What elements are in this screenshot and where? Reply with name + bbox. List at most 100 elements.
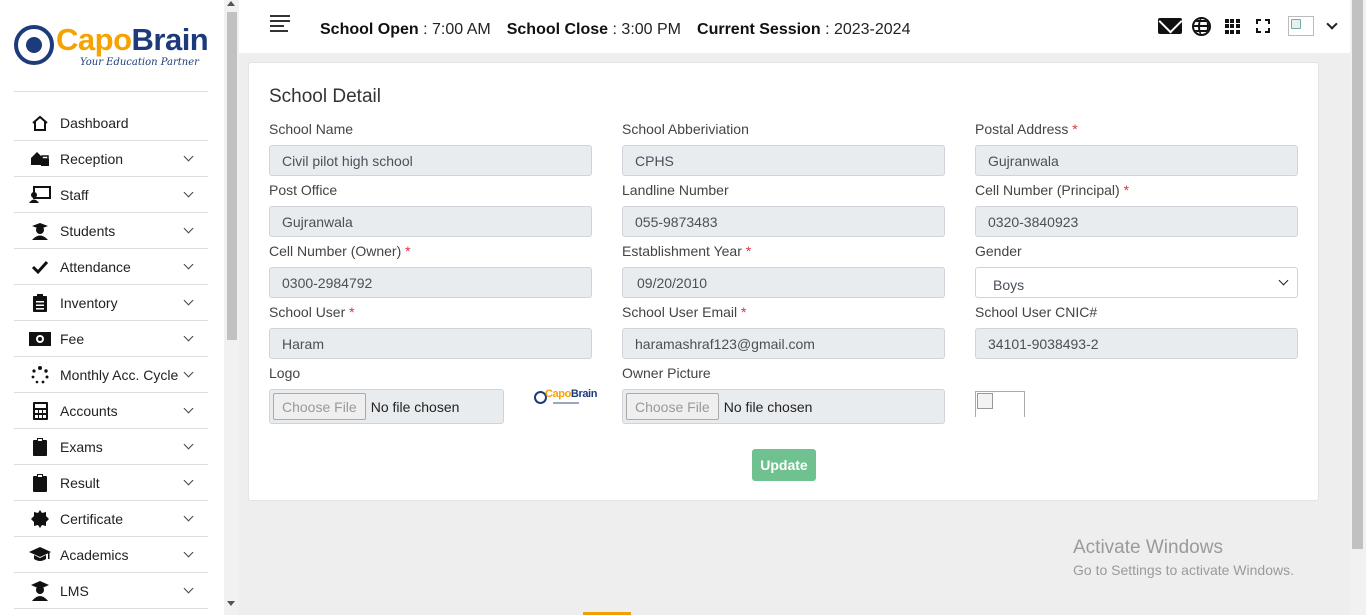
- sidebar-item-label: Monthly Acc. Cycle: [60, 366, 179, 383]
- windows-activation-watermark: Activate Windows Go to Settings to activ…: [1073, 537, 1294, 578]
- fullscreen-icon[interactable]: [1250, 15, 1276, 37]
- page-title: School Detail: [269, 86, 381, 107]
- sidebar-item-inventory[interactable]: Inventory: [14, 285, 208, 321]
- logo-choose-file-button[interactable]: Choose File: [273, 393, 366, 420]
- cell-principal-input[interactable]: 0320-3840923: [975, 206, 1298, 237]
- school-name-group: School Name Civil pilot high school: [269, 121, 592, 176]
- sidebar-item-staff[interactable]: Staff: [14, 177, 208, 213]
- chevron-down-icon: [183, 223, 194, 234]
- sidebar-item-dashboard[interactable]: Dashboard: [14, 106, 208, 141]
- required-marker: *: [1123, 182, 1130, 198]
- school-open-label: School Open: [320, 21, 419, 38]
- school-user-cnic-group: School User CNIC# 34101-9038493-2: [975, 304, 1298, 359]
- abbreviation-label: School Abberiviation: [622, 121, 749, 137]
- sidebar-item-students[interactable]: Students: [14, 213, 208, 249]
- chevron-down-icon: [183, 403, 194, 414]
- cell-owner-label: Cell Number (Owner) *: [269, 243, 411, 259]
- required-marker: *: [741, 304, 747, 320]
- logo-file-status: No file chosen: [370, 398, 460, 415]
- sidebar-scrollbar-thumb[interactable]: [227, 12, 237, 340]
- required-marker: *: [1072, 121, 1078, 137]
- school-user-cnic-label: School User CNIC#: [975, 304, 1098, 320]
- school-user-input[interactable]: Haram: [269, 328, 592, 359]
- brand-name: CapoBrain: [56, 22, 209, 58]
- owner-picture-file-input[interactable]: Choose File No file chosen: [622, 389, 945, 424]
- hamburger-menu-icon[interactable]: [270, 15, 290, 32]
- sidebar-item-result[interactable]: Result: [14, 465, 208, 501]
- sidebar-item-monthly-acc-cycle[interactable]: Monthly Acc. Cycle: [14, 357, 208, 393]
- page-scrollbar-thumb[interactable]: [1352, 0, 1363, 549]
- cell-principal-label: Cell Number (Principal) *: [975, 182, 1130, 198]
- clipboard-icon: [29, 473, 51, 492]
- sidebar-item-lms[interactable]: LMS: [14, 573, 208, 609]
- sidebar-item-academics[interactable]: Academics: [14, 537, 208, 573]
- logo-label: Logo: [269, 365, 301, 381]
- sidebar-item-label: Certificate: [60, 510, 124, 527]
- cell-principal-group: Cell Number (Principal) * 0320-3840923: [975, 182, 1298, 237]
- chevron-down-icon: [183, 439, 194, 450]
- postal-address-label: Postal Address *: [975, 121, 1078, 137]
- post-office-input[interactable]: Gujranwala: [269, 206, 592, 237]
- brand-name-part1: Capo: [56, 22, 132, 57]
- sidebar-item-label: Dashboard: [60, 115, 129, 131]
- sidebar-item-label: Inventory: [60, 294, 118, 311]
- school-open-value: : 7:00 AM: [423, 21, 491, 38]
- sidebar-item-attendance[interactable]: Attendance: [14, 249, 208, 285]
- sidebar-item-accounts[interactable]: Accounts: [14, 393, 208, 429]
- sidebar-item-certificate[interactable]: Certificate: [14, 501, 208, 537]
- gender-select[interactable]: Boys: [975, 267, 1298, 298]
- chevron-down-icon: [183, 187, 194, 198]
- chevron-down-icon: [1278, 275, 1289, 286]
- abbreviation-input[interactable]: CPHS: [622, 145, 945, 176]
- owner-picture-choose-file-button[interactable]: Choose File: [626, 393, 719, 420]
- certificate-icon: [29, 509, 51, 528]
- clipboard-icon: [29, 437, 51, 456]
- school-user-cnic-input[interactable]: 34101-9038493-2: [975, 328, 1298, 359]
- sidebar-item-label: Academics: [60, 546, 129, 563]
- sidebar: CapoBrain Your Education Partner Dashboa…: [0, 0, 224, 615]
- landline-label: Landline Number: [622, 182, 729, 198]
- avatar[interactable]: [1288, 16, 1314, 36]
- sidebar-item-label: Exams: [60, 438, 103, 455]
- school-user-email-input[interactable]: haramashraf123@gmail.com: [622, 328, 945, 359]
- mail-icon[interactable]: [1157, 15, 1183, 37]
- clipboard-list-icon: [29, 293, 51, 312]
- gender-label: Gender: [975, 243, 1022, 259]
- sidebar-item-exams[interactable]: Exams: [14, 429, 208, 465]
- apps-grid-icon[interactable]: [1219, 15, 1245, 37]
- required-marker: *: [745, 243, 752, 259]
- establishment-year-label: Establishment Year *: [622, 243, 752, 259]
- scroll-up-arrow-icon[interactable]: [227, 1, 235, 6]
- chevron-down-icon: [183, 259, 194, 270]
- postal-address-input[interactable]: Gujranwala: [975, 145, 1298, 176]
- sidebar-item-reception[interactable]: Reception: [14, 141, 208, 177]
- logo-mark-icon: [14, 25, 54, 65]
- sidebar-item-label: LMS: [60, 582, 89, 599]
- staff-icon: [29, 186, 51, 204]
- sidebar-item-label: Reception: [60, 150, 124, 167]
- required-marker: *: [349, 304, 355, 320]
- cell-owner-group: Cell Number (Owner) * 0300-2984792: [269, 243, 592, 298]
- scroll-down-arrow-icon[interactable]: [227, 601, 235, 606]
- sidebar-item-fee[interactable]: Fee: [14, 321, 208, 357]
- sidebar-item-label: Staff: [60, 186, 89, 203]
- brand-logo[interactable]: CapoBrain Your Education Partner: [14, 22, 214, 82]
- check-icon: [29, 258, 51, 276]
- reception-icon: [29, 150, 51, 168]
- school-name-input[interactable]: Civil pilot high school: [269, 145, 592, 176]
- graduation-cap-icon: [29, 546, 51, 564]
- sidebar-item-label: Fee: [60, 330, 85, 347]
- landline-input[interactable]: 055-9873483: [622, 206, 945, 237]
- cell-owner-input[interactable]: 0300-2984792: [269, 267, 592, 298]
- logo-file-input[interactable]: Choose File No file chosen: [269, 389, 504, 424]
- post-office-group: Post Office Gujranwala: [269, 182, 592, 237]
- update-button[interactable]: Update: [752, 449, 816, 481]
- globe-icon[interactable]: [1188, 15, 1214, 37]
- school-user-email-label: School User Email *: [622, 304, 747, 320]
- school-logo-preview: CapoBrain: [533, 384, 597, 418]
- chevron-down-icon: [183, 511, 194, 522]
- postal-address-group: Postal Address * Gujranwala: [975, 121, 1298, 176]
- chevron-down-icon[interactable]: [1326, 18, 1338, 30]
- abbreviation-group: School Abberiviation CPHS: [622, 121, 945, 176]
- establishment-year-input[interactable]: 09/20/2010: [622, 267, 945, 298]
